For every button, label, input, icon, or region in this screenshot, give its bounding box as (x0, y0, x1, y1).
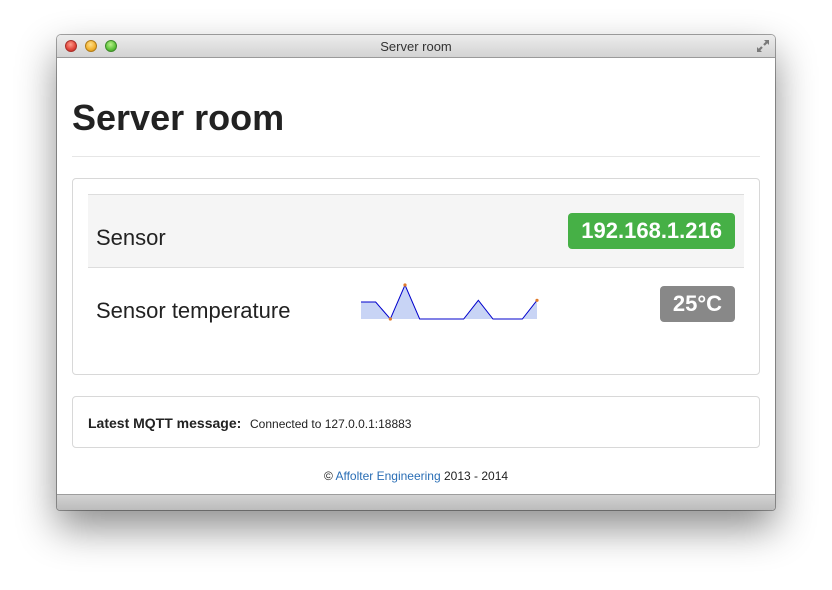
sensor-panel: Sensor 192.168.1.216 Sensor temperature … (72, 178, 760, 375)
sensor-label: Sensor (96, 225, 166, 250)
sparkline-marker (535, 298, 539, 302)
sparkline-line (361, 283, 538, 320)
fullscreen-icon[interactable] (756, 39, 770, 53)
app-window: Server room Server room Sensor 192.168.1… (57, 35, 775, 510)
mqtt-message-label: Latest MQTT message: (88, 415, 242, 431)
copyright-symbol: © (323, 469, 333, 483)
temperature-sparkline (361, 283, 539, 321)
sparkline-marker (403, 283, 407, 287)
affolter-engineering-link[interactable]: Affolter Engineering (335, 469, 440, 483)
mqtt-message-panel: Latest MQTT message: Connected to 127.0.… (72, 396, 760, 448)
window-status-bar (57, 494, 775, 510)
web-content: Server room Sensor 192.168.1.216 Sensor … (57, 59, 775, 494)
temperature-badge: 25°C (659, 286, 735, 322)
title-divider (72, 156, 760, 157)
sensor-row-ip: Sensor 192.168.1.216 (88, 194, 744, 267)
sparkline-area (361, 285, 537, 319)
ip-address-badge: 192.168.1.216 (568, 213, 735, 249)
window-title: Server room (380, 39, 452, 54)
page-title: Server room (72, 97, 285, 138)
mqtt-message-value: Connected to 127.0.0.1:18883 (250, 417, 412, 431)
page-footer: © Affolter Engineering 2013 - 2014 (57, 469, 775, 483)
sensor-row-temperature: Sensor temperature 25°C (88, 267, 744, 340)
title-bar[interactable]: Server room (57, 35, 775, 58)
sensor-temperature-label: Sensor temperature (96, 298, 291, 323)
sparkline-marker (388, 317, 392, 321)
copyright-years: 2013 - 2014 (443, 469, 509, 483)
